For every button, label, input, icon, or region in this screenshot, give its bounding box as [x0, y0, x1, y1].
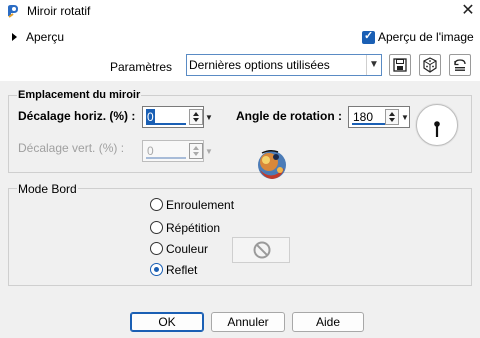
- ok-button[interactable]: OK: [130, 312, 204, 332]
- dropdown-arrow-icon: ▼: [205, 147, 213, 156]
- radio-reflet[interactable]: [150, 263, 163, 276]
- spin-arrows-icon: [189, 143, 203, 159]
- rotation-value[interactable]: 180: [353, 110, 373, 124]
- rotation-dial[interactable]: [416, 104, 458, 146]
- v-offset-label: Décalage vert. (%) :: [18, 141, 125, 155]
- v-offset-spinner: 0 ▼: [142, 140, 213, 162]
- h-offset-value[interactable]: 0: [147, 110, 154, 124]
- radio-repetition[interactable]: [150, 221, 163, 234]
- preset-value: Dernières options utilisées: [189, 58, 330, 72]
- parameters-label: Paramètres: [110, 60, 173, 74]
- radio-label-repetition[interactable]: Répétition: [166, 221, 220, 235]
- cancel-button[interactable]: Annuler: [211, 312, 285, 332]
- spin-arrows-icon[interactable]: [189, 109, 203, 125]
- disabled-icon: [253, 241, 271, 259]
- radio-label-couleur[interactable]: Couleur: [166, 242, 208, 256]
- v-offset-value: 0: [147, 144, 154, 158]
- save-preset-button[interactable]: [389, 54, 411, 76]
- dropdown-arrow-icon[interactable]: ▼: [205, 107, 213, 129]
- radio-label-enroulement[interactable]: Enroulement: [166, 198, 234, 212]
- spin-arrows-icon[interactable]: [385, 109, 399, 125]
- checkmark-icon: ✓: [364, 30, 374, 42]
- watermark-logo: [252, 148, 298, 192]
- expand-triangle-icon[interactable]: [12, 33, 17, 41]
- dice-icon: [423, 57, 437, 73]
- reset-icon: [454, 59, 466, 71]
- mirror-group-title: Emplacement du miroir: [17, 89, 142, 101]
- help-button[interactable]: Aide: [292, 312, 364, 332]
- color-swatch: [232, 237, 290, 263]
- app-icon: [5, 3, 21, 19]
- dropdown-divider: [366, 55, 367, 75]
- radio-label-reflet[interactable]: Reflet: [166, 263, 197, 277]
- save-icon: [393, 58, 407, 72]
- spinner-underline: [146, 157, 186, 159]
- spinner-underline: [146, 123, 186, 125]
- radio-enroulement[interactable]: [150, 198, 163, 211]
- chevron-down-icon[interactable]: ▼: [368, 57, 380, 73]
- reset-button[interactable]: [449, 54, 471, 76]
- h-offset-spinner[interactable]: 0 ▼: [142, 106, 213, 128]
- rotation-spinner[interactable]: 180 ▼: [348, 106, 410, 128]
- window-title: Miroir rotatif: [27, 4, 91, 18]
- edge-group-title: Mode Bord: [17, 182, 78, 196]
- dropdown-arrow-icon[interactable]: ▼: [401, 107, 409, 129]
- h-offset-label: Décalage horiz. (%) :: [18, 109, 136, 123]
- preview-checkbox-label[interactable]: Aperçu de l'image: [378, 30, 474, 44]
- close-icon[interactable]: ✕: [458, 1, 478, 21]
- randomize-button[interactable]: [419, 54, 441, 76]
- preview-toggle-label[interactable]: Aperçu: [26, 30, 64, 44]
- rotation-label: Angle de rotation :: [236, 109, 342, 123]
- radio-couleur[interactable]: [150, 242, 163, 255]
